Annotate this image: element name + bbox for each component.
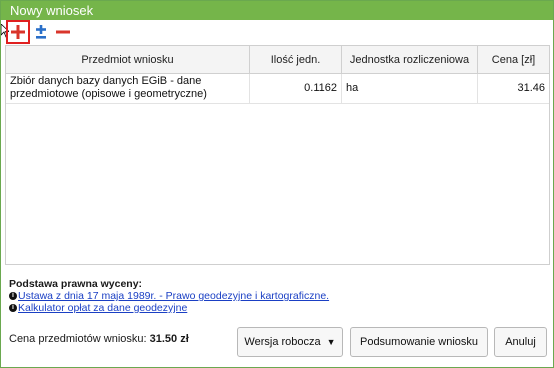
cancel-button[interactable]: Anuluj [494, 327, 547, 357]
remove-item-button[interactable] [53, 22, 73, 42]
table-header: Przedmiot wniosku Ilość jedn. Jednostka … [6, 46, 549, 74]
column-header-quantity[interactable]: Ilość jedn. [250, 46, 342, 73]
items-table: Przedmiot wniosku Ilość jedn. Jednostka … [5, 45, 550, 265]
total-value: 31.50 zł [149, 333, 189, 345]
cell-item: Zbiór danych bazy danych EGiB - dane prz… [6, 74, 250, 103]
total-price: Cena przedmiotów wniosku: 31.50 zł [9, 333, 189, 345]
cell-quantity: 0.1162 [250, 74, 342, 103]
toolbar [1, 20, 553, 45]
legal-link-row-1: i Ustawa z dnia 17 maja 1989r. - Prawo g… [9, 290, 549, 302]
cell-unit: ha [342, 74, 478, 103]
info-icon: i [9, 304, 17, 312]
law-act-link[interactable]: Ustawa z dnia 17 maja 1989r. - Prawo geo… [18, 290, 329, 302]
add-item-button[interactable] [6, 20, 30, 44]
draft-version-dropdown[interactable]: Wersja robocza ▼ [237, 327, 343, 357]
window-title: Nowy wniosek [1, 1, 553, 20]
new-request-dialog: Nowy wniosek Przedmiot wniosku Ilość jed… [0, 0, 554, 368]
chevron-down-icon: ▼ [326, 337, 336, 347]
plus-minus-icon [36, 25, 46, 39]
legal-link-row-2: i Kalkulator opłat za dane geodezyjne [9, 302, 549, 314]
legal-basis-title: Podstawa prawna wyceny: [9, 278, 143, 290]
minus-icon [56, 30, 70, 34]
cancel-label: Anuluj [505, 336, 536, 348]
draft-label: Wersja robocza [244, 336, 321, 348]
info-icon: i [9, 292, 17, 300]
column-header-unit[interactable]: Jednostka rozliczeniowa [342, 46, 478, 73]
edit-quantity-button[interactable] [31, 22, 51, 42]
summary-button[interactable]: Podsumowanie wniosku [350, 327, 488, 357]
fee-calculator-link[interactable]: Kalkulator opłat za dane geodezyjne [18, 302, 187, 314]
legal-basis-section: Podstawa prawna wyceny: i Ustawa z dnia … [9, 278, 549, 314]
summary-label: Podsumowanie wniosku [359, 336, 478, 348]
column-header-item[interactable]: Przedmiot wniosku [6, 46, 250, 73]
table-row[interactable]: Zbiór danych bazy danych EGiB - dane prz… [6, 74, 549, 104]
column-header-price[interactable]: Cena [zł] [478, 46, 549, 73]
plus-icon [11, 25, 25, 39]
cell-price: 31.46 [517, 82, 545, 94]
total-label: Cena przedmiotów wniosku: [9, 333, 147, 345]
